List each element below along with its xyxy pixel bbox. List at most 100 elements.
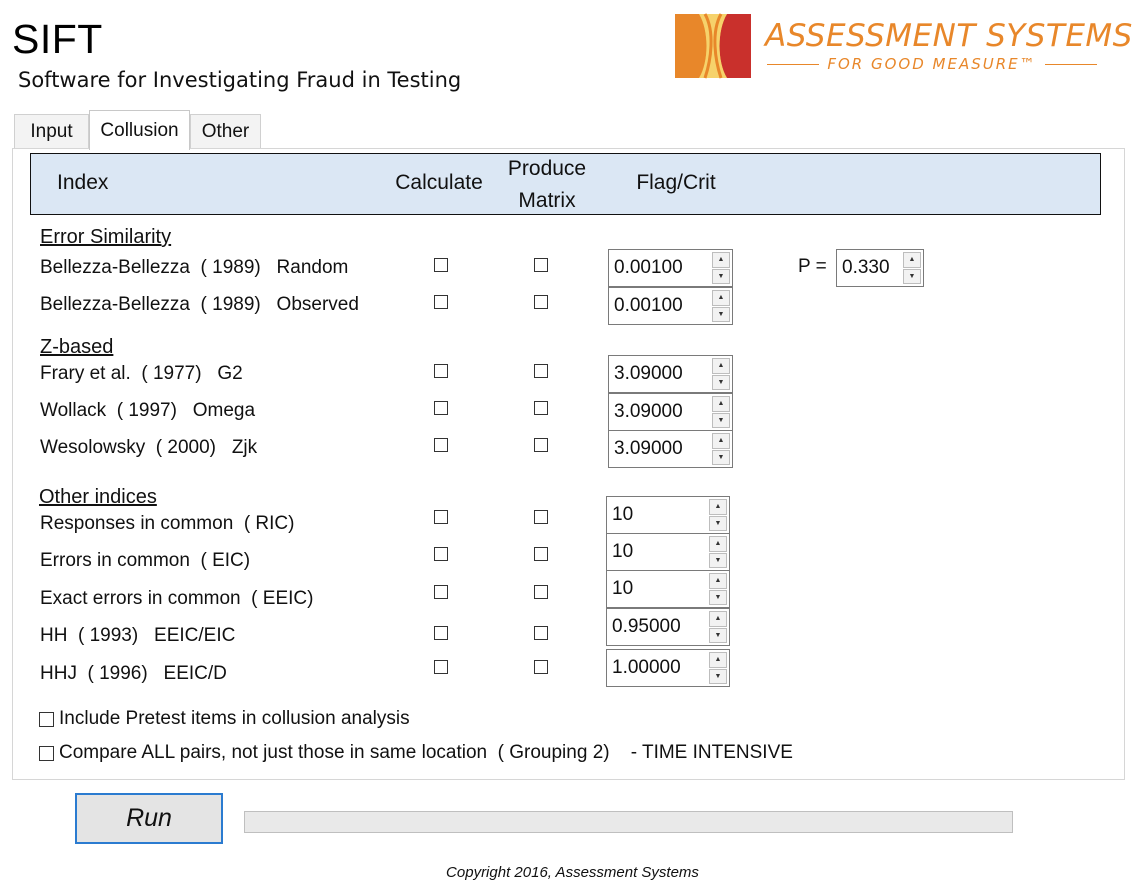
- row-label: Wollack ( 1997) Omega: [40, 400, 256, 421]
- matrix-checkbox[interactable]: [534, 258, 548, 272]
- header-flag-crit: Flag/Crit: [636, 171, 716, 194]
- all-pairs-checkbox[interactable]: [39, 745, 54, 761]
- spin-up-icon[interactable]: ▲: [903, 252, 921, 268]
- spin-down-icon[interactable]: ▼: [712, 306, 730, 322]
- flag-crit-input[interactable]: [609, 250, 712, 286]
- tab-input-label: Input: [30, 120, 73, 142]
- row-label: Frary et al. ( 1977) G2: [40, 363, 243, 384]
- all-pairs-option[interactable]: Compare ALL pairs, not just those in sam…: [39, 742, 793, 764]
- row-label: HH ( 1993) EEIC/EIC: [40, 625, 236, 646]
- row-label: Exact errors in common ( EEIC): [40, 588, 314, 609]
- spin-up-icon[interactable]: ▲: [712, 433, 730, 449]
- header-produce: Produce: [507, 157, 587, 180]
- matrix-checkbox[interactable]: [534, 295, 548, 309]
- spin-up-icon[interactable]: ▲: [709, 611, 727, 627]
- flag-crit-spinner[interactable]: ▲▼: [608, 287, 733, 325]
- flag-crit-input[interactable]: [609, 356, 712, 392]
- spin-up-icon[interactable]: ▲: [709, 573, 727, 589]
- flag-crit-spinner[interactable]: ▲▼: [606, 570, 730, 608]
- flag-crit-spinner[interactable]: ▲▼: [608, 249, 733, 287]
- logo-rule-left: [767, 63, 820, 65]
- flag-crit-input[interactable]: [609, 288, 712, 324]
- spin-down-icon[interactable]: ▼: [709, 515, 727, 531]
- all-pairs-label: Compare ALL pairs, not just those in sam…: [59, 742, 793, 763]
- matrix-checkbox[interactable]: [534, 660, 548, 674]
- row-label: Bellezza-Bellezza ( 1989) Observed: [40, 294, 359, 315]
- matrix-checkbox[interactable]: [534, 364, 548, 378]
- section-z-based: Z-based: [40, 336, 114, 358]
- flag-crit-input[interactable]: [607, 609, 709, 645]
- matrix-checkbox[interactable]: [534, 547, 548, 561]
- row-label: Bellezza-Bellezza ( 1989) Random: [40, 257, 349, 278]
- spin-up-icon[interactable]: ▲: [709, 652, 727, 668]
- calculate-checkbox[interactable]: [434, 585, 448, 599]
- matrix-checkbox[interactable]: [534, 401, 548, 415]
- p-label: P =: [798, 256, 827, 277]
- flag-crit-spinner[interactable]: ▲▼: [606, 608, 730, 646]
- spin-down-icon[interactable]: ▼: [712, 374, 730, 390]
- spin-up-icon[interactable]: ▲: [712, 358, 730, 374]
- flag-crit-input[interactable]: [607, 534, 709, 570]
- flag-crit-input[interactable]: [607, 650, 709, 686]
- row-label: HHJ ( 1996) EEIC/D: [40, 663, 227, 684]
- spin-up-icon[interactable]: ▲: [712, 396, 730, 412]
- row-label: Responses in common ( RIC): [40, 513, 295, 534]
- calculate-checkbox[interactable]: [434, 510, 448, 524]
- matrix-checkbox[interactable]: [534, 510, 548, 524]
- header-index: Index: [57, 171, 109, 194]
- spin-down-icon[interactable]: ▼: [712, 412, 730, 428]
- matrix-checkbox[interactable]: [534, 585, 548, 599]
- pretest-checkbox[interactable]: [39, 711, 54, 727]
- logo-tagline-row: FOR GOOD MEASURE™: [767, 55, 1098, 73]
- calculate-checkbox[interactable]: [434, 438, 448, 452]
- app-subtitle: Software for Investigating Fraud in Test…: [18, 68, 462, 92]
- p-input[interactable]: [837, 250, 903, 286]
- calculate-checkbox[interactable]: [434, 258, 448, 272]
- logo-mark-icon: [675, 13, 751, 79]
- tab-collusion[interactable]: Collusion: [89, 110, 190, 150]
- calculate-checkbox[interactable]: [434, 295, 448, 309]
- flag-crit-spinner[interactable]: ▲▼: [606, 533, 730, 571]
- matrix-checkbox[interactable]: [534, 438, 548, 452]
- calculate-checkbox[interactable]: [434, 660, 448, 674]
- tab-input[interactable]: Input: [14, 114, 89, 148]
- flag-crit-input[interactable]: [609, 431, 712, 467]
- tab-other[interactable]: Other: [190, 114, 261, 148]
- logo-rule-right: [1044, 63, 1098, 65]
- logo-tagline: FOR GOOD MEASURE™: [827, 55, 1037, 73]
- run-button[interactable]: Run: [75, 793, 223, 844]
- row-label: Wesolowsky ( 2000) Zjk: [40, 437, 258, 458]
- collusion-panel: [12, 148, 1125, 780]
- flag-crit-spinner[interactable]: ▲▼: [606, 649, 730, 687]
- spin-down-icon[interactable]: ▼: [709, 552, 727, 568]
- flag-crit-input[interactable]: [609, 394, 712, 430]
- spin-down-icon[interactable]: ▼: [709, 668, 727, 684]
- tab-other-label: Other: [201, 120, 250, 142]
- spin-up-icon[interactable]: ▲: [709, 536, 727, 552]
- flag-crit-spinner[interactable]: ▲▼: [606, 496, 730, 534]
- spin-down-icon[interactable]: ▼: [903, 268, 921, 284]
- p-spinner[interactable]: ▲▼: [836, 249, 924, 287]
- flag-crit-spinner[interactable]: ▲▼: [608, 355, 733, 393]
- spin-up-icon[interactable]: ▲: [712, 290, 730, 306]
- spin-down-icon[interactable]: ▼: [709, 627, 727, 643]
- header-calculate: Calculate: [395, 171, 483, 194]
- flag-crit-spinner[interactable]: ▲▼: [608, 430, 733, 468]
- copyright-text: Copyright 2016, Assessment Systems: [446, 864, 699, 881]
- pretest-option[interactable]: Include Pretest items in collusion analy…: [39, 708, 410, 730]
- calculate-checkbox[interactable]: [434, 401, 448, 415]
- spin-up-icon[interactable]: ▲: [712, 252, 730, 268]
- spin-down-icon[interactable]: ▼: [712, 449, 730, 465]
- spin-down-icon[interactable]: ▼: [712, 268, 730, 284]
- spin-up-icon[interactable]: ▲: [709, 499, 727, 515]
- matrix-checkbox[interactable]: [534, 626, 548, 640]
- section-error-similarity: Error Similarity: [40, 226, 172, 248]
- calculate-checkbox[interactable]: [434, 547, 448, 561]
- spin-down-icon[interactable]: ▼: [709, 589, 727, 605]
- flag-crit-input[interactable]: [607, 497, 709, 533]
- calculate-checkbox[interactable]: [434, 364, 448, 378]
- flag-crit-spinner[interactable]: ▲▼: [608, 393, 733, 431]
- flag-crit-input[interactable]: [607, 571, 709, 607]
- calculate-checkbox[interactable]: [434, 626, 448, 640]
- company-logo: ASSESSMENT SYSTEMS FOR GOOD MEASURE™: [675, 10, 1132, 82]
